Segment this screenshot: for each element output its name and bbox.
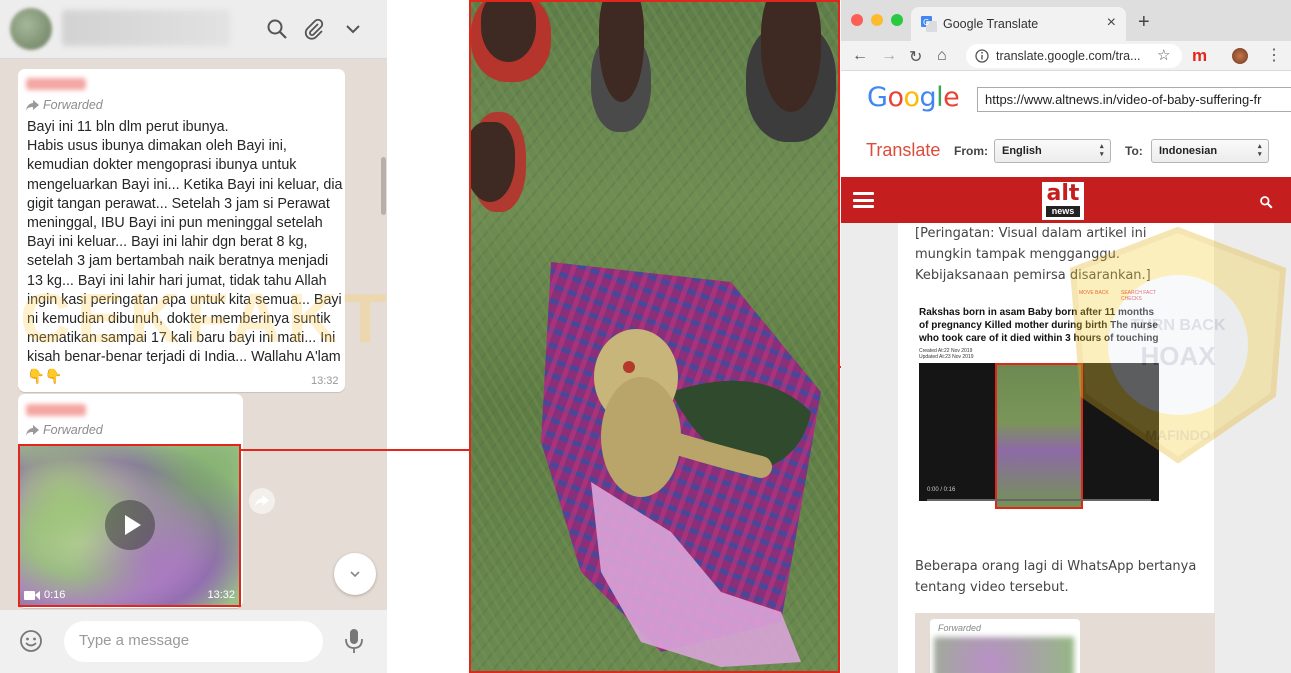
bookmark-star-icon[interactable]: ☆ <box>1157 46 1170 64</box>
logo-letter: G <box>867 82 888 113</box>
updated-date: Updated At:23 Nov 2019 <box>919 354 974 360</box>
scrollbar[interactable] <box>381 157 386 215</box>
info-icon[interactable] <box>975 49 989 63</box>
tab-title: Google Translate <box>943 17 1039 31</box>
forwarded-label: Forwarded <box>43 98 103 112</box>
logo-letter: g <box>919 82 937 113</box>
chevron-down-icon[interactable] <box>341 17 365 41</box>
minimize-window-button[interactable] <box>871 14 883 26</box>
search-icon[interactable] <box>1259 195 1273 209</box>
tab-google-translate[interactable]: G Google Translate × <box>911 7 1126 41</box>
share-icon[interactable] <box>249 488 275 514</box>
forwarded-indicator: Forwarded <box>26 423 103 437</box>
embedded-blurred-thumb <box>934 637 1074 673</box>
embedded-message: Forwarded <box>930 619 1080 673</box>
embedded-dates: Created At:22 Nov 2019 Updated At:23 Nov… <box>919 348 974 360</box>
watermark-text: MAFINDO <box>1145 427 1210 443</box>
tab-bar: G Google Translate × + <box>841 0 1291 41</box>
forwarded-label: Forwarded <box>43 423 103 437</box>
logo-letter: o <box>903 82 920 113</box>
video-counter: 0:00 / 0:16 <box>927 487 956 493</box>
extension-avatar-icon[interactable] <box>1232 48 1248 64</box>
google-translate-header: Google https://www.altnews.in/video-of-b… <box>841 71 1291 176</box>
logo-letter: o <box>887 82 904 113</box>
watermark-text: TURN BACK <box>1130 317 1226 334</box>
extension-m-icon[interactable]: m <box>1192 46 1207 66</box>
to-label: To: <box>1125 144 1143 158</box>
embedded-forwarded-label: Forwarded <box>938 623 982 633</box>
cloth-and-baby <box>541 262 821 667</box>
sender-name-blurred <box>26 78 86 90</box>
highlight-box <box>18 444 241 607</box>
paragraph-2: Beberapa orang lagi di WhatsApp bertanya… <box>915 559 1197 595</box>
url-field[interactable]: translate.google.com/tra... ☆ <box>966 44 1182 68</box>
embedded-whatsapp-screenshot: Forwarded <box>915 613 1215 673</box>
forwarded-indicator: Forwarded <box>26 98 103 112</box>
forward-icon[interactable]: → <box>881 47 897 65</box>
translate-label: Translate <box>866 140 941 160</box>
search-icon[interactable] <box>265 17 289 41</box>
forward-arrow-icon <box>26 424 39 436</box>
paperclip-icon[interactable] <box>302 17 326 41</box>
message-input[interactable]: Type a message <box>64 621 323 662</box>
to-language-select[interactable]: Indonesian <box>1151 139 1269 163</box>
close-tab-icon[interactable]: × <box>1107 14 1116 32</box>
new-tab-button[interactable]: + <box>1138 11 1150 34</box>
watermark: CEKFAKTA BY <box>20 279 387 357</box>
source-url-input[interactable]: https://www.altnews.in/video-of-baby-suf… <box>977 87 1291 112</box>
message-time: 13:32 <box>311 375 339 387</box>
whatsapp-chat-panel: Forwarded Bayi ini 11 bln dlm perut ibun… <box>0 0 387 673</box>
close-window-button[interactable] <box>851 14 863 26</box>
menu-kebab-icon[interactable]: ⋮ <box>1266 45 1282 65</box>
browser-window: G Google Translate × + ← → ↻ ⌂ translate… <box>841 0 1291 673</box>
mic-icon[interactable] <box>343 628 365 654</box>
svg-text:G: G <box>923 18 929 27</box>
logo-text: alt <box>1046 181 1080 206</box>
video-still-photo <box>469 0 840 673</box>
chat-header <box>0 0 387 59</box>
compose-bar: Type a message <box>0 610 387 673</box>
maximize-window-button[interactable] <box>891 14 903 26</box>
chat-name-blurred[interactable] <box>62 10 230 46</box>
reload-icon[interactable]: ↻ <box>909 47 922 67</box>
chevron-down-icon <box>350 571 360 578</box>
logo-letter: e <box>943 82 960 113</box>
google-translate-favicon-icon: G <box>921 16 937 32</box>
connector-line <box>241 449 469 451</box>
from-language-select[interactable]: English <box>994 139 1111 163</box>
logo-subtext: news <box>1046 206 1080 217</box>
url-text: translate.google.com/tra... <box>996 49 1141 63</box>
google-logo: Google <box>867 82 960 113</box>
avatar[interactable] <box>10 8 52 50</box>
altnews-navbar: alt news <box>841 177 1291 223</box>
watermark-text: HOAX <box>1140 341 1216 371</box>
altnews-logo[interactable]: alt news <box>1041 181 1085 221</box>
back-icon[interactable]: ← <box>852 47 868 65</box>
emoji-icon[interactable] <box>19 629 43 653</box>
video-progress-bar <box>927 499 1151 501</box>
scroll-down-button[interactable] <box>334 553 376 595</box>
home-icon[interactable]: ⌂ <box>937 47 947 65</box>
address-bar: ← → ↻ ⌂ translate.google.com/tra... ☆ m … <box>841 41 1291 71</box>
forward-arrow-icon <box>26 99 39 111</box>
mafindo-turn-back-hoax-watermark: TURN BACK HOAX MAFINDO <box>1069 226 1287 464</box>
hamburger-menu-icon[interactable] <box>853 192 874 208</box>
sender-name-blurred <box>26 404 86 416</box>
from-label: From: <box>954 144 988 158</box>
